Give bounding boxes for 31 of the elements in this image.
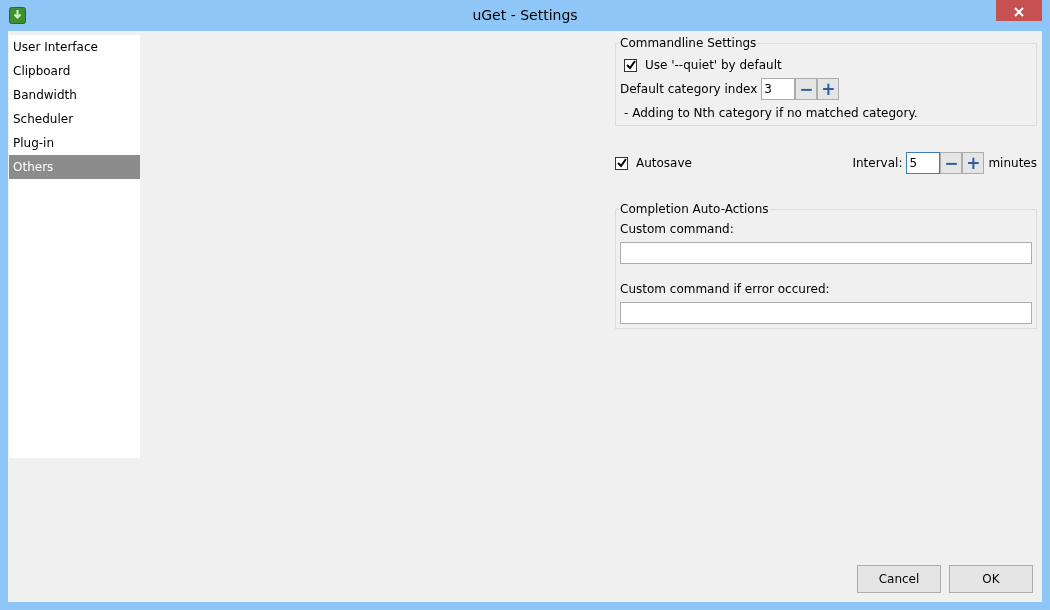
category-item[interactable]: Scheduler	[9, 107, 140, 131]
window-title: uGet - Settings	[472, 6, 578, 25]
dialog-button[interactable]: OK	[949, 565, 1033, 593]
field-label: Custom command:	[620, 221, 735, 238]
quiet-label: Use '--quiet' by default	[645, 57, 782, 74]
decrement-button[interactable]: −	[940, 152, 963, 174]
increment-button[interactable]: +	[817, 78, 840, 100]
app-icon	[9, 7, 26, 24]
increment-button[interactable]: +	[962, 152, 985, 174]
interval-label: Interval:	[852, 155, 903, 172]
group-title: Completion Auto-Actions	[619, 202, 770, 217]
close-icon	[1014, 6, 1024, 17]
quiet-checkbox[interactable]	[624, 58, 637, 72]
field-label: Custom command if error occured:	[620, 281, 831, 298]
category-item[interactable]: User Interface	[9, 35, 140, 59]
category-item[interactable]: Plug-in	[9, 131, 140, 155]
autosave-checkbox[interactable]	[615, 156, 628, 170]
close-button[interactable]	[996, 0, 1042, 21]
custom-command-field[interactable]	[620, 242, 1032, 264]
autosave-label: Autosave	[636, 155, 692, 172]
category-index-field[interactable]: 3	[761, 78, 796, 100]
decrement-button[interactable]: −	[795, 78, 818, 100]
category-label: Default category index	[620, 81, 758, 98]
group-title: Commandline Settings	[619, 36, 758, 51]
interval-field[interactable]: 5	[906, 152, 941, 174]
category-item[interactable]: Clipboard	[9, 59, 140, 83]
unit-label: minutes	[988, 155, 1037, 172]
dialog-button[interactable]: Cancel	[857, 565, 941, 593]
category-note: - Adding to Nth category if no matched category.	[624, 105, 919, 122]
error-command-field[interactable]	[620, 302, 1032, 324]
category-item[interactable]: Bandwidth	[9, 83, 140, 107]
